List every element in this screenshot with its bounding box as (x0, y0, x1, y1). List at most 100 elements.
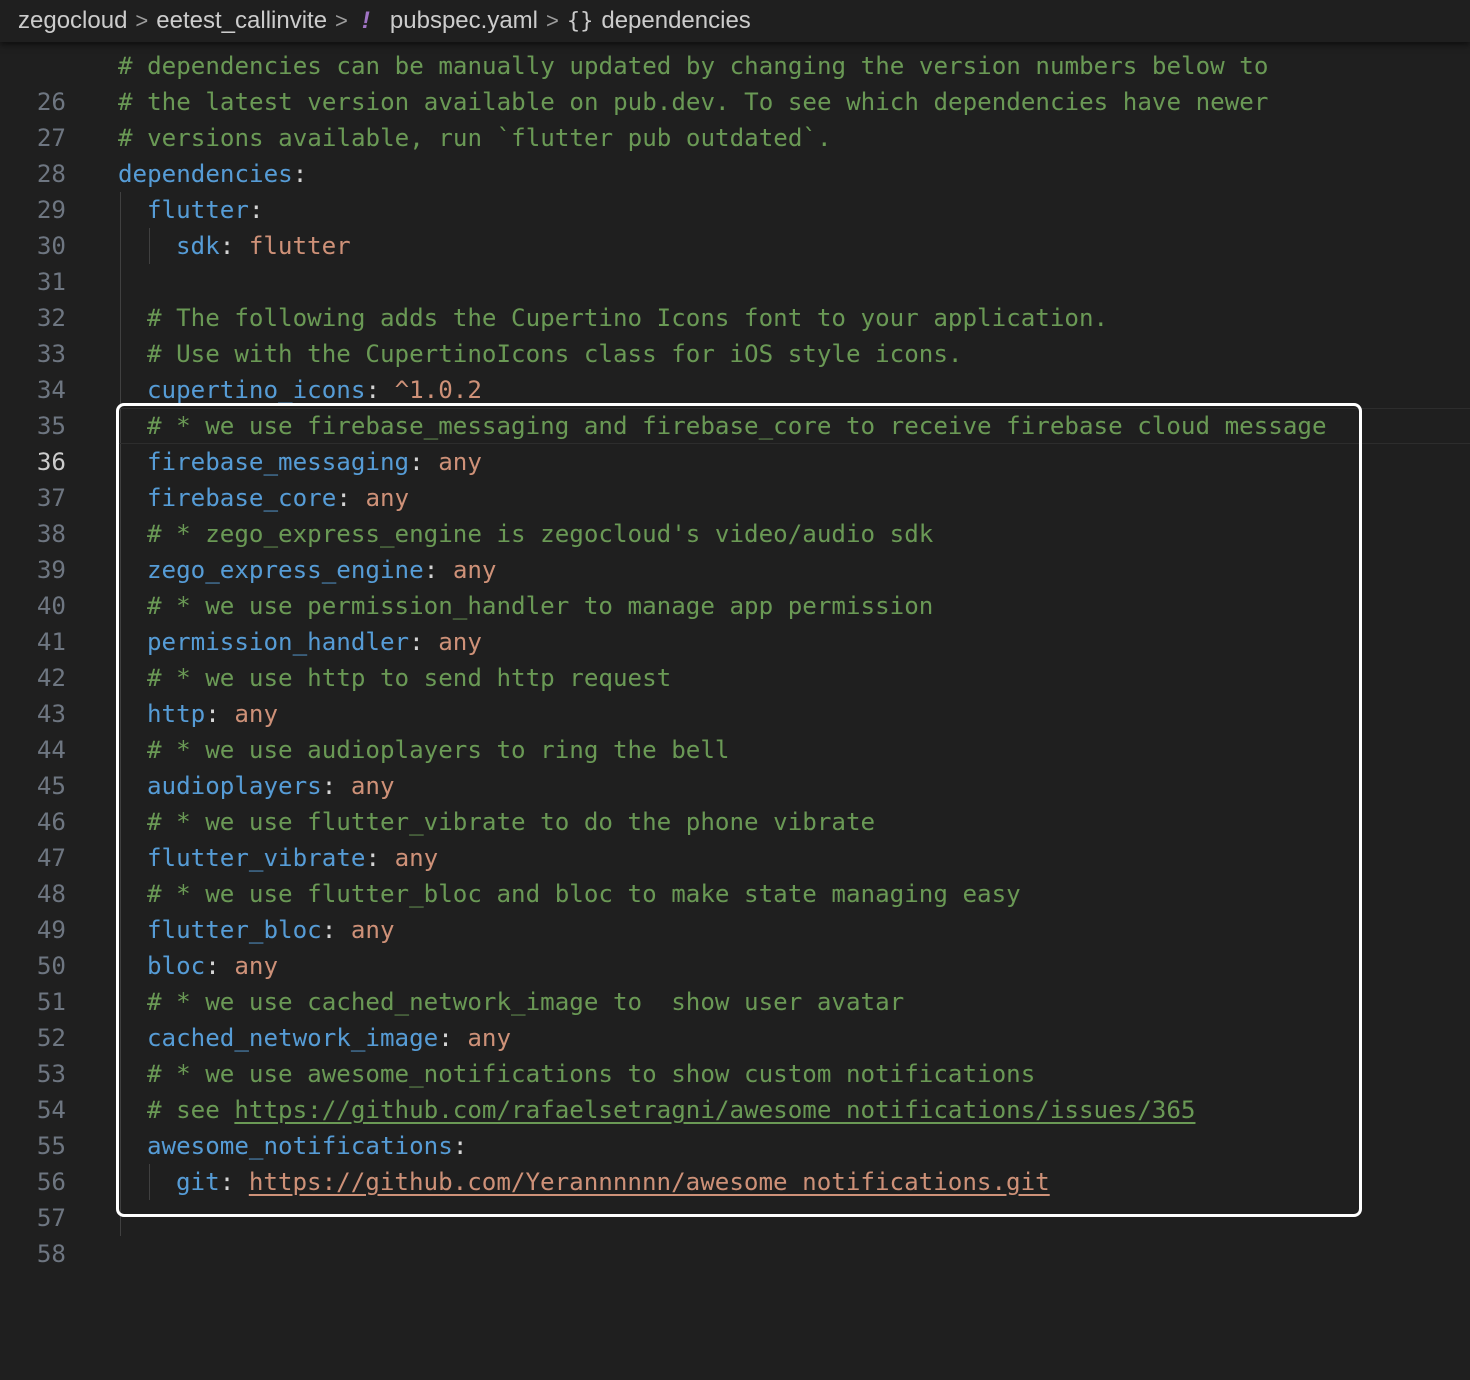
yaml-value: ^1.0.2 (394, 376, 482, 404)
yaml-key: flutter_vibrate (147, 844, 366, 872)
yaml-key: flutter (147, 196, 249, 224)
chevron-right-icon: > (135, 8, 149, 33)
chevron-right-icon: > (545, 8, 559, 33)
indent-guide (120, 768, 121, 804)
code-line[interactable]: 38 firebase_core: any (0, 480, 1470, 548)
code-content: # versions available, run `flutter pub o… (118, 120, 832, 156)
code-line[interactable]: 45 # * we use audioplayers to ring the b… (0, 732, 1470, 800)
code-line[interactable]: 55 # see https://github.com/rafaelsetrag… (0, 1092, 1470, 1160)
yaml-value: flutter (248, 232, 351, 260)
code-line[interactable]: 56 awesome_notifications: (0, 1128, 1470, 1196)
code-line[interactable]: 30 flutter: (0, 192, 1470, 260)
code-line[interactable]: 48 flutter_vibrate: any (0, 840, 1470, 908)
yaml-key: firebase_core (147, 484, 337, 512)
colon: : (365, 844, 395, 872)
code-content: cupertino_icons: ^1.0.2 (147, 372, 482, 408)
code-line[interactable]: 52 # * we use cached_network_image to sh… (0, 984, 1470, 1052)
indent-guide (120, 804, 121, 840)
code-content: # * we use awesome_notifications to show… (147, 1056, 1035, 1092)
comment: # * we use http to send http request (147, 664, 672, 692)
indent-guide (120, 372, 121, 408)
code-content: flutter_vibrate: any (147, 840, 438, 876)
colon: : (452, 1132, 468, 1160)
comment-link[interactable]: https://github.com/rafaelsetragni/awesom… (234, 1096, 1195, 1124)
code-content: sdk: flutter (176, 228, 351, 264)
yaml-value: any (350, 772, 395, 800)
code-line[interactable]: 27 # the latest version available on pub… (0, 84, 1470, 152)
breadcrumb-item-zegocloud[interactable]: zegocloud (18, 7, 127, 35)
code-line[interactable]: 47 # * we use flutter_vibrate to do the … (0, 804, 1470, 872)
comment: # The following adds the Cupertino Icons… (147, 304, 1109, 332)
code-line[interactable]: 35 cupertino_icons: ^1.0.2 (0, 372, 1470, 440)
code-line[interactable]: 50 flutter_bloc: any (0, 912, 1470, 980)
colon: : (321, 916, 351, 944)
code-content: # * we use firebase_messaging and fireba… (147, 408, 1327, 444)
code-line[interactable]: 49 # * we use flutter_bloc and bloc to m… (0, 876, 1470, 944)
indent-guide (120, 336, 121, 372)
comment: # versions available, run `flutter pub o… (118, 124, 832, 152)
code-line[interactable]: 54 # * we use awesome_notifications to s… (0, 1056, 1470, 1124)
indent-guide (120, 1020, 121, 1056)
code-line[interactable]: 42 permission_handler: any (0, 624, 1470, 692)
code-content: dependencies: (118, 156, 307, 192)
code-line[interactable]: 41 # * we use permission_handler to mana… (0, 588, 1470, 656)
indent-guide (149, 1164, 150, 1200)
code-content: # the latest version available on pub.de… (118, 84, 1268, 120)
breadcrumb-item-dependencies[interactable]: dependencies (601, 7, 750, 35)
code-content: # * we use audioplayers to ring the bell (147, 732, 729, 768)
code-line[interactable]: 32 (0, 264, 1470, 332)
yaml-key: cupertino_icons (147, 376, 366, 404)
breadcrumb-item-eetest-callinvite[interactable]: eetest_callinvite (156, 7, 327, 35)
indent-guide (120, 1164, 121, 1200)
yaml-value: any (234, 700, 279, 728)
colon: : (438, 1024, 468, 1052)
yaml-key: http (147, 700, 206, 728)
code-line[interactable]: 31 sdk: flutter (0, 228, 1470, 296)
indent-guide (149, 228, 150, 264)
code-line[interactable]: 37 firebase_messaging: any (0, 444, 1470, 512)
indent-guide (120, 516, 121, 552)
code-line[interactable]: 46 audioplayers: any (0, 768, 1470, 836)
indent-guide (120, 552, 121, 588)
code-line[interactable]: 57 git: https://github.com/Yerannnnnn/aw… (0, 1164, 1470, 1232)
colon: : (292, 160, 308, 188)
colon: : (205, 952, 235, 980)
code-line[interactable]: 44 http: any (0, 696, 1470, 764)
indent-guide (120, 192, 121, 228)
code-line[interactable]: 40 zego_express_engine: any (0, 552, 1470, 620)
code-line[interactable]: 29 dependencies: (0, 156, 1470, 224)
colon: : (248, 196, 264, 224)
comment: # * we use firebase_messaging and fireba… (147, 412, 1327, 440)
yaml-key: permission_handler (147, 628, 410, 656)
colon: : (336, 484, 366, 512)
code-line[interactable]: 26 # dependencies can be manually update… (0, 48, 1470, 116)
indent-guide (120, 660, 121, 696)
code-line[interactable]: 34 # Use with the CupertinoIcons class f… (0, 336, 1470, 404)
yaml-value: any (438, 628, 482, 656)
code-line[interactable]: 51 bloc: any (0, 948, 1470, 1016)
code-content: firebase_messaging: any (147, 444, 482, 480)
git-url-link[interactable]: https://github.com/Yerannnnnn/awesome_no… (249, 1168, 1050, 1196)
breadcrumb-item-pubspec-yaml[interactable]: pubspec.yaml (390, 7, 538, 35)
code-line[interactable]: 28 # versions available, run `flutter pu… (0, 120, 1470, 188)
colon: : (409, 448, 439, 476)
line-number: 58 (36, 1240, 66, 1268)
indent-guide (120, 1200, 121, 1236)
indent-guide (120, 732, 121, 768)
yaml-key: dependencies (118, 160, 293, 188)
code-line[interactable]: 33 # The following adds the Cupertino Ic… (0, 300, 1470, 368)
code-line[interactable]: 39 # * zego_express_engine is zegocloud'… (0, 516, 1470, 584)
indent-guide (120, 876, 121, 912)
colon: : (219, 1168, 249, 1196)
yaml-key: cached_network_image (147, 1024, 439, 1052)
code-line[interactable]: 53 cached_network_image: any (0, 1020, 1470, 1088)
breadcrumb: zegocloud > eetest_callinvite > ! pubspe… (0, 0, 1470, 42)
code-line-active[interactable]: 36 # * we use firebase_messaging and fir… (0, 408, 1470, 476)
comment: # Use with the CupertinoIcons class for … (147, 340, 963, 368)
code-line[interactable]: 43 # * we use http to send http request (0, 660, 1470, 728)
indent-guide (120, 840, 121, 876)
code-content: permission_handler: any (147, 624, 482, 660)
code-line[interactable]: 58 (0, 1200, 1470, 1268)
code-editor[interactable]: 26 # dependencies can be manually update… (0, 48, 1470, 1268)
code-content: git: https://github.com/Yerannnnnn/aweso… (176, 1164, 1050, 1200)
